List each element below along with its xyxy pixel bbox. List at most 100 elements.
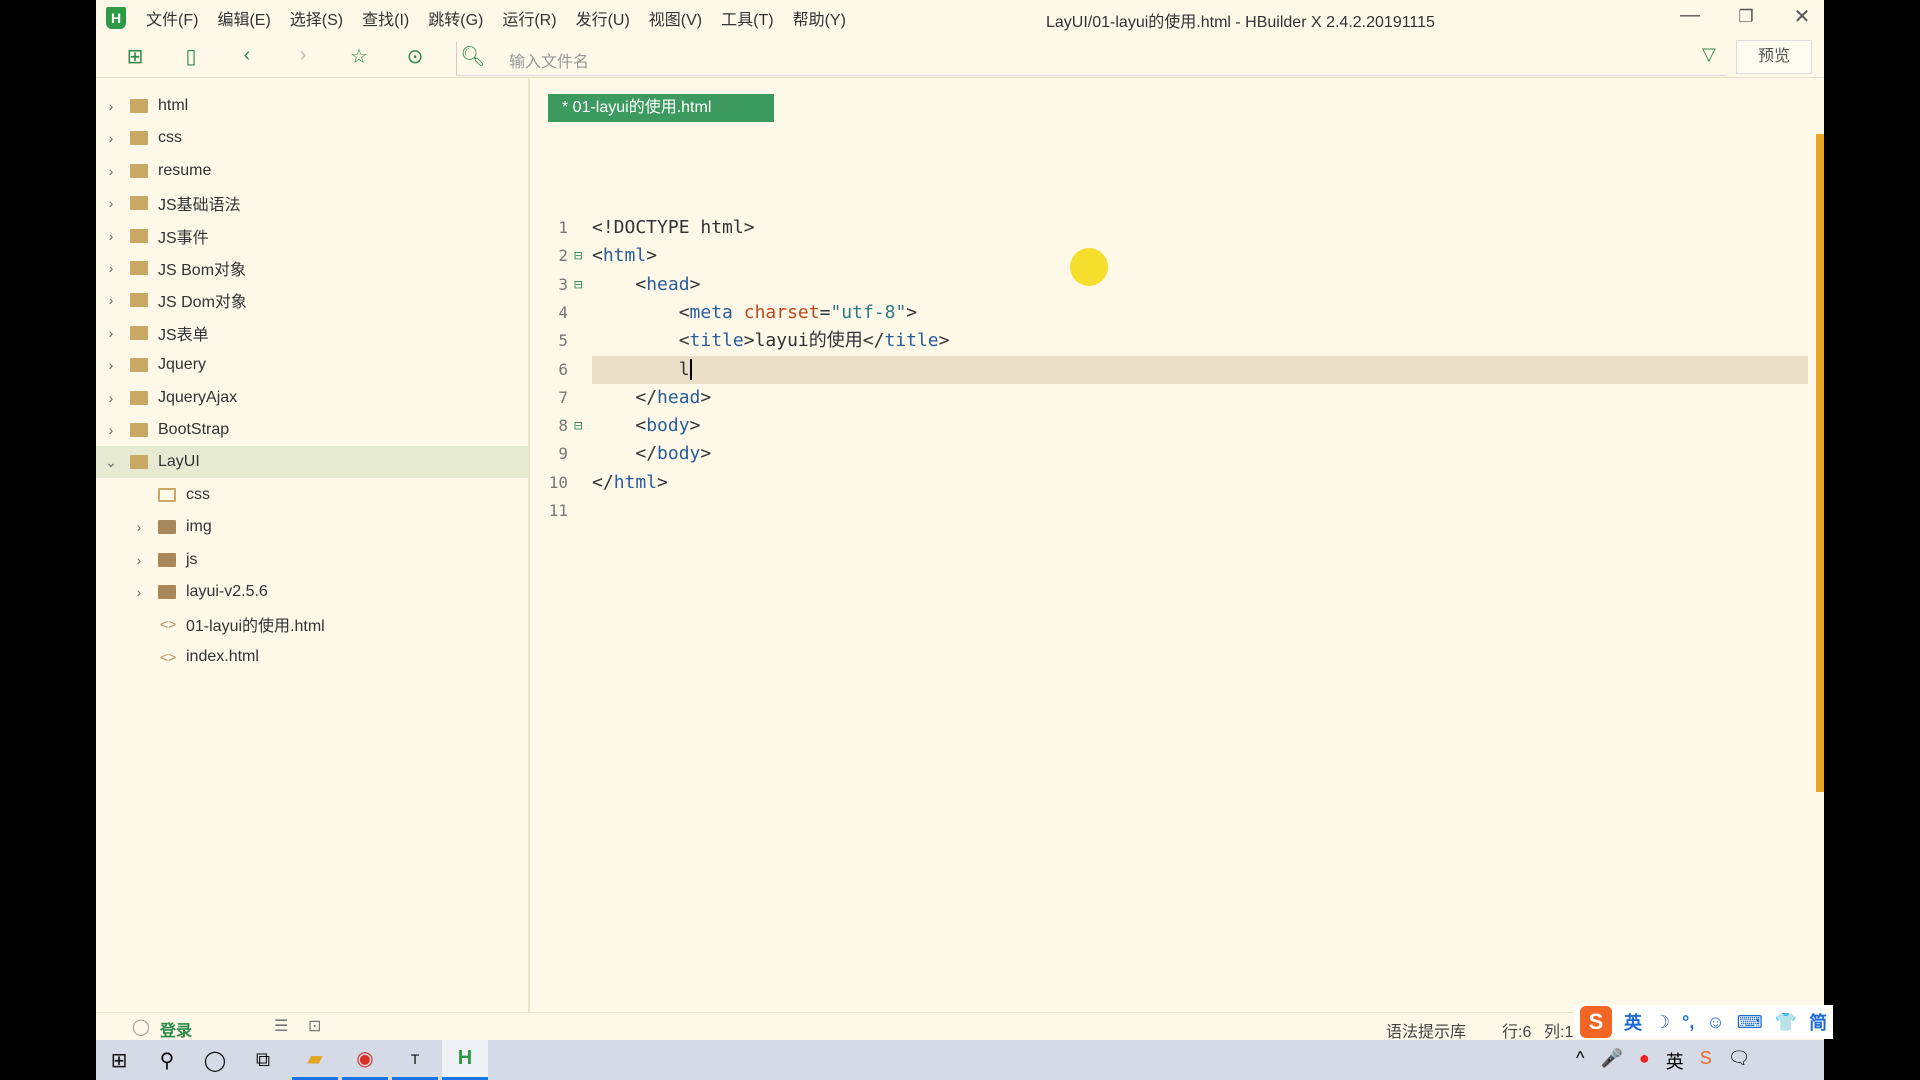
- chevron-right-icon[interactable]: ›: [132, 519, 146, 535]
- tree-item[interactable]: <> 01-layui的使用.html: [96, 608, 528, 640]
- tree-item[interactable]: css: [96, 479, 528, 511]
- code-line[interactable]: 10 </html>: [532, 469, 1812, 497]
- menu-item[interactable]: 发行(U): [576, 6, 630, 30]
- chevron-right-icon[interactable]: ›: [104, 422, 118, 438]
- hbuilder-taskbar-icon[interactable]: H: [442, 1040, 488, 1080]
- menu-item[interactable]: 编辑(E): [217, 6, 270, 30]
- filter-icon[interactable]: ▽: [1702, 44, 1716, 65]
- close-icon[interactable]: ✕: [1782, 4, 1822, 29]
- chevron-right-icon[interactable]: ›: [104, 292, 118, 308]
- tree-item[interactable]: <> index.html: [96, 641, 528, 673]
- code-editor[interactable]: * 01-layui的使用.html 1 <!DOCTYPE html> 2 ⊟ <ht…: [532, 78, 1824, 1012]
- file-explorer-icon[interactable]: ▰: [292, 1040, 338, 1080]
- code-line[interactable]: 3 ⊟ <head>: [532, 271, 1812, 299]
- code-line[interactable]: 7 </head>: [532, 384, 1812, 412]
- minimize-icon[interactable]: —: [1670, 4, 1710, 27]
- terminal-icon[interactable]: ⊡: [308, 1016, 321, 1036]
- code-token: </: [592, 471, 614, 493]
- typora-icon[interactable]: T: [392, 1040, 438, 1080]
- chevron-right-icon[interactable]: ›: [104, 228, 118, 244]
- menu-item[interactable]: 帮助(Y): [793, 6, 846, 30]
- chevron-down-icon[interactable]: ⌄: [104, 454, 118, 471]
- search-icon[interactable]: ⚲: [144, 1040, 190, 1080]
- chevron-right-icon[interactable]: ›: [104, 98, 118, 114]
- code-line[interactable]: 4 <meta charset="utf-8">: [532, 299, 1812, 327]
- code-token: >: [689, 415, 701, 437]
- tree-item[interactable]: › Jquery: [96, 349, 528, 381]
- fold-icon[interactable]: ⊟: [574, 242, 582, 270]
- tray-icon[interactable]: 英: [1666, 1048, 1684, 1074]
- ime-item[interactable]: ⌨: [1737, 1012, 1763, 1033]
- tree-item[interactable]: › layui-v2.5.6: [96, 576, 528, 608]
- tree-item[interactable]: › js: [96, 544, 528, 576]
- tree-item[interactable]: › css: [96, 122, 528, 154]
- syntax-lib-link[interactable]: 语法提示库: [1386, 1018, 1466, 1042]
- tree-item[interactable]: › JqueryAjax: [96, 382, 528, 414]
- tray-icon[interactable]: S: [1700, 1048, 1712, 1074]
- fold-icon[interactable]: ⊟: [574, 271, 582, 299]
- ime-item[interactable]: 简: [1809, 1009, 1827, 1035]
- restore-icon[interactable]: ❐: [1726, 7, 1766, 27]
- forward-icon[interactable]: ›: [290, 44, 316, 67]
- chevron-right-icon[interactable]: ›: [104, 130, 118, 146]
- chevron-right-icon[interactable]: ›: [104, 195, 118, 211]
- tree-item[interactable]: › JS基础语法: [96, 187, 528, 219]
- chevron-right-icon[interactable]: ›: [104, 163, 118, 179]
- login-link[interactable]: 登录: [160, 1017, 192, 1041]
- ime-toolbar[interactable]: S 英 ☽ °, ☺ ⌨ 👕 简: [1574, 1005, 1834, 1039]
- fold-icon[interactable]: ⊟: [574, 412, 582, 440]
- code-line[interactable]: 6 l: [532, 356, 1812, 384]
- tree-item[interactable]: › JS事件: [96, 220, 528, 252]
- code-line[interactable]: 2 ⊟ <html>: [532, 242, 1812, 270]
- tree-item[interactable]: › JS Dom对象: [96, 284, 528, 316]
- ime-item[interactable]: ☺: [1706, 1012, 1724, 1033]
- chevron-right-icon[interactable]: ›: [132, 552, 146, 568]
- menu-item[interactable]: 选择(S): [290, 6, 343, 30]
- menu-item[interactable]: 跳转(G): [428, 6, 483, 30]
- chrome-icon[interactable]: ◉: [342, 1040, 388, 1080]
- tray-icon[interactable]: 🎤: [1600, 1048, 1622, 1074]
- file-search-input[interactable]: 输入文件名: [456, 42, 1726, 76]
- ime-item[interactable]: ☽: [1654, 1012, 1670, 1033]
- code-line[interactable]: 1 <!DOCTYPE html>: [532, 214, 1812, 242]
- tree-item[interactable]: › JS Bom对象: [96, 252, 528, 284]
- tray-icon[interactable]: 🗨: [1728, 1048, 1751, 1074]
- preview-button[interactable]: 预览: [1736, 40, 1812, 74]
- chevron-right-icon[interactable]: ›: [132, 584, 146, 600]
- code-line[interactable]: 11: [532, 497, 1812, 525]
- tree-item[interactable]: › JS表单: [96, 317, 528, 349]
- ime-item[interactable]: 英: [1624, 1009, 1642, 1035]
- menu-item[interactable]: 运行(R): [502, 6, 556, 30]
- new-file-icon[interactable]: ⊞: [122, 44, 148, 69]
- chevron-right-icon[interactable]: ›: [104, 325, 118, 341]
- outline-icon[interactable]: ☰: [274, 1016, 288, 1036]
- chevron-right-icon[interactable]: ›: [104, 260, 118, 276]
- tree-item[interactable]: › resume: [96, 155, 528, 187]
- chevron-right-icon[interactable]: ›: [104, 357, 118, 373]
- tree-item[interactable]: › html: [96, 90, 528, 122]
- star-icon[interactable]: ☆: [346, 44, 372, 69]
- chevron-right-icon[interactable]: ›: [104, 390, 118, 406]
- tray-icon[interactable]: ●: [1639, 1048, 1650, 1074]
- tree-item[interactable]: ⌄ LayUI: [96, 446, 528, 479]
- tab-01-layui[interactable]: * 01-layui的使用.html: [548, 94, 774, 122]
- task-view-icon[interactable]: ⧉: [240, 1040, 286, 1080]
- ime-item[interactable]: °,: [1682, 1012, 1694, 1033]
- code-line[interactable]: 9 </body>: [532, 440, 1812, 468]
- tree-item[interactable]: › img: [96, 511, 528, 543]
- menu-item[interactable]: 视图(V): [649, 6, 702, 30]
- menu-item[interactable]: 查找(I): [362, 6, 409, 30]
- code-line[interactable]: 5 <title>layui的使用</title>: [532, 327, 1812, 355]
- start-icon[interactable]: ⊞: [96, 1040, 142, 1080]
- save-icon[interactable]: ▯: [178, 44, 204, 69]
- ime-item[interactable]: 👕: [1775, 1012, 1797, 1033]
- vertical-scrollbar[interactable]: [1816, 134, 1824, 792]
- back-icon[interactable]: ‹: [234, 44, 260, 67]
- tray-icon[interactable]: ^: [1576, 1048, 1584, 1074]
- menu-item[interactable]: 工具(T): [721, 6, 773, 30]
- code-line[interactable]: 8 ⊟ <body>: [532, 412, 1812, 440]
- cortana-icon[interactable]: ◯: [192, 1040, 238, 1080]
- tree-item[interactable]: › BootStrap: [96, 414, 528, 446]
- menu-item[interactable]: 文件(F): [146, 6, 198, 30]
- run-icon[interactable]: ⊙: [402, 44, 428, 69]
